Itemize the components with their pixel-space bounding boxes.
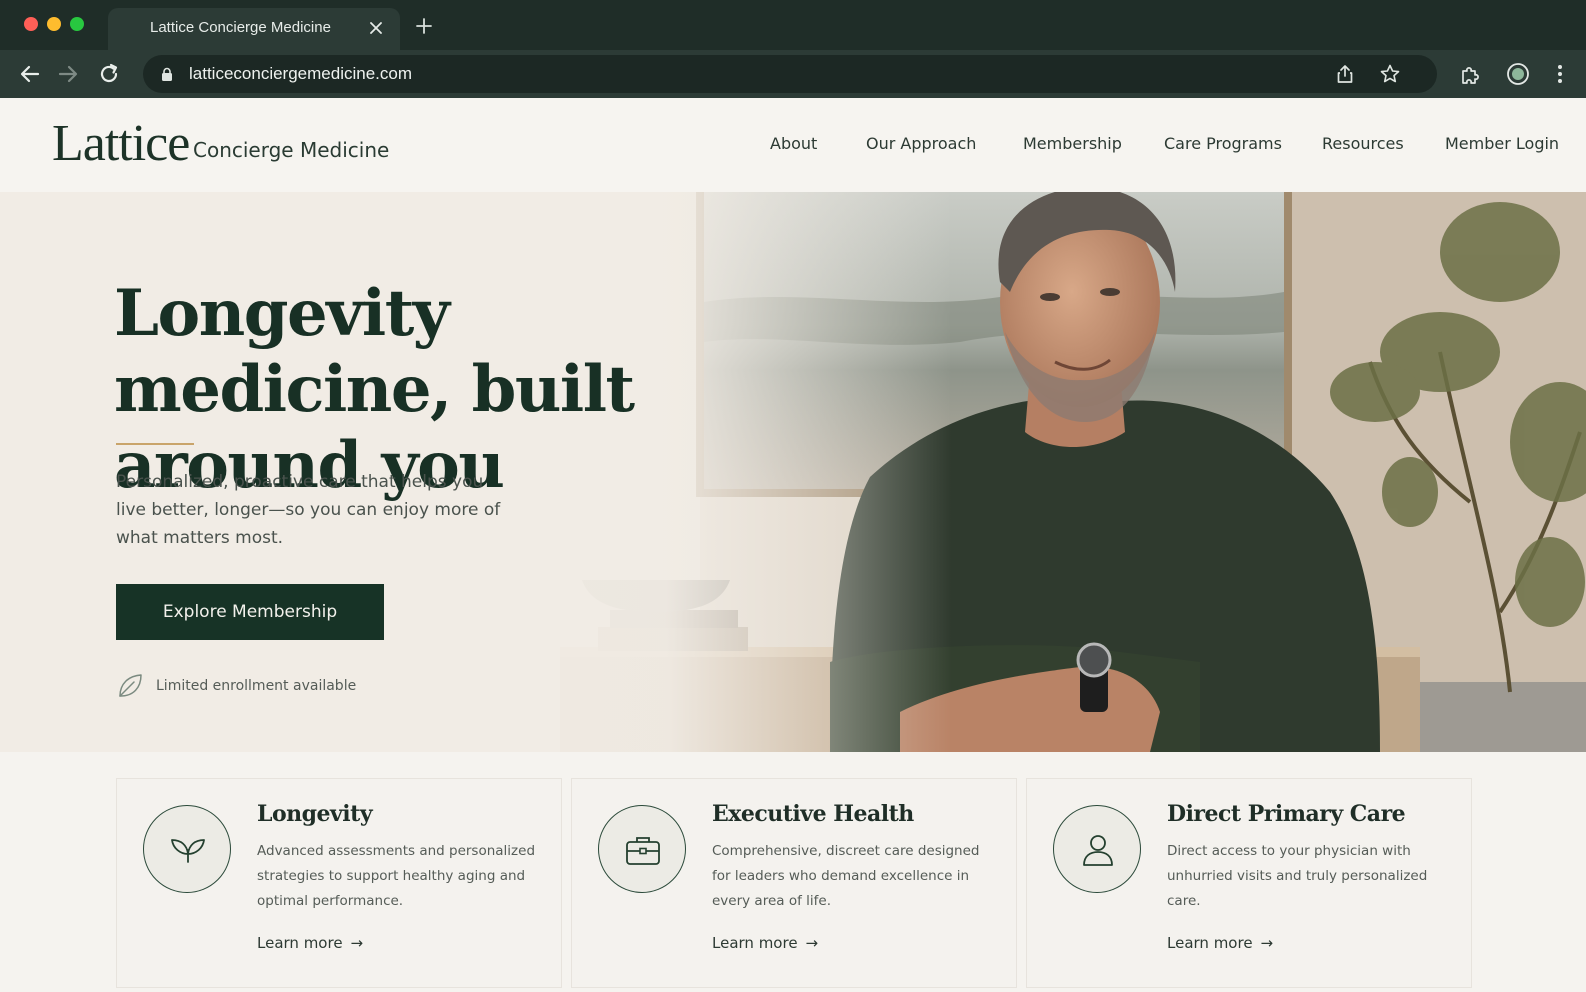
- card-description: Comprehensive, discreet care designed fo…: [712, 843, 980, 909]
- url-text: latticeconciergemedicine.com: [189, 64, 412, 83]
- minimize-window-button[interactable]: [47, 17, 61, 31]
- sprout-icon: [171, 839, 205, 863]
- share-icon[interactable]: [1334, 63, 1356, 85]
- learn-more-link[interactable]: Learn more →: [712, 934, 818, 952]
- window-controls: [24, 17, 84, 31]
- learn-more-link[interactable]: Learn more →: [257, 934, 363, 952]
- card-description: Advanced assessments and personalized st…: [257, 843, 536, 909]
- close-icon[interactable]: [366, 18, 386, 38]
- briefcase-icon: [626, 837, 660, 865]
- bookmark-star-icon[interactable]: [1379, 63, 1401, 85]
- browser-tab-bar: Lattice Concierge Medicine: [0, 0, 1586, 50]
- explore-membership-button[interactable]: Explore Membership: [116, 584, 384, 640]
- leaf-icon: [119, 674, 142, 697]
- back-arrow-icon[interactable]: [17, 61, 43, 87]
- enrollment-note: Limited enrollment available: [156, 678, 357, 694]
- nav-membership[interactable]: Membership: [1023, 134, 1122, 153]
- nav-our-approach[interactable]: Our Approach: [866, 134, 976, 153]
- website: Lattice Concierge Medicine About Our App…: [0, 98, 1586, 992]
- hero-section: Longevity medicine, built around you Per…: [0, 192, 1586, 752]
- card-icon-circle: [1053, 805, 1141, 893]
- program-card-executive-health[interactable]: Executive Health Comprehensive, discreet…: [571, 778, 1017, 988]
- hero-description: Personalized, proactive care that helps …: [116, 472, 501, 548]
- arrow-right-icon: →: [805, 934, 819, 952]
- arrow-right-icon: →: [1260, 934, 1274, 952]
- nav-about[interactable]: About: [770, 134, 817, 153]
- arrow-right-icon: →: [350, 934, 364, 952]
- logo-wordmark[interactable]: Lattice: [52, 114, 190, 173]
- gold-divider: [116, 443, 194, 445]
- more-menu-icon[interactable]: [1548, 62, 1572, 86]
- learn-more-label: Learn more: [1167, 934, 1253, 952]
- close-window-button[interactable]: [24, 17, 38, 31]
- lock-icon: [162, 67, 172, 81]
- browser-toolbar: latticeconciergemedicine.com: [0, 50, 1586, 98]
- card-title: Executive Health: [712, 801, 914, 827]
- forward-arrow-icon[interactable]: [55, 61, 81, 87]
- tab-title: Lattice Concierge Medicine: [150, 19, 331, 36]
- card-description: Direct access to your physician with unh…: [1167, 843, 1428, 909]
- site-header: Lattice Concierge Medicine About Our App…: [0, 98, 1586, 192]
- card-title: Direct Primary Care: [1167, 801, 1406, 827]
- learn-more-link[interactable]: Learn more →: [1167, 934, 1273, 952]
- nav-resources[interactable]: Resources: [1322, 134, 1404, 153]
- logo-tagline: Concierge Medicine: [193, 138, 390, 162]
- browser-tab[interactable]: Lattice Concierge Medicine: [108, 8, 400, 50]
- user-icon: [1083, 835, 1113, 866]
- plus-icon[interactable]: [414, 16, 434, 36]
- learn-more-label: Learn more: [712, 934, 798, 952]
- program-card-direct-primary-care[interactable]: Direct Primary Care Direct access to you…: [1026, 778, 1472, 988]
- nav-member-login[interactable]: Member Login: [1445, 134, 1559, 153]
- card-title: Longevity: [257, 801, 373, 827]
- maximize-window-button[interactable]: [70, 17, 84, 31]
- program-card-longevity[interactable]: Longevity Advanced assessments and perso…: [116, 778, 562, 988]
- profile-avatar-icon[interactable]: [1506, 62, 1530, 86]
- card-icon-circle: [143, 805, 231, 893]
- address-bar[interactable]: latticeconciergemedicine.com: [143, 55, 1437, 93]
- extensions-puzzle-icon[interactable]: [1459, 62, 1483, 86]
- learn-more-label: Learn more: [257, 934, 343, 952]
- card-icon-circle: [598, 805, 686, 893]
- nav-care-programs[interactable]: Care Programs: [1164, 134, 1282, 153]
- reload-icon[interactable]: [96, 61, 122, 87]
